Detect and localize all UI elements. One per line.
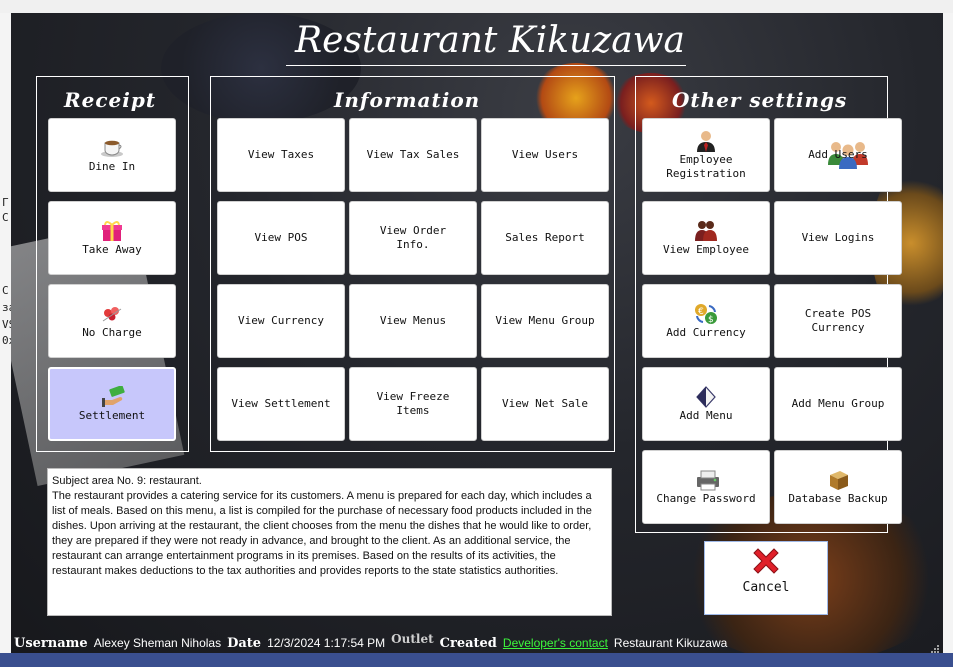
change-password-label: Change Password bbox=[656, 491, 756, 505]
box-icon bbox=[826, 469, 850, 491]
add-users-label: Add Users bbox=[808, 148, 868, 161]
stray-char: С bbox=[2, 211, 9, 224]
view-employee-button[interactable]: View Employee bbox=[642, 201, 770, 275]
currency-exchange-icon: € $ bbox=[694, 303, 718, 325]
view-freeze-items-label: View Freeze Items bbox=[376, 390, 450, 417]
database-backup-label: Database Backup bbox=[788, 491, 888, 505]
view-currency-label: View Currency bbox=[237, 314, 325, 327]
view-taxes-button[interactable]: View Taxes bbox=[217, 118, 345, 192]
coffee-cup-icon bbox=[100, 137, 124, 159]
resize-grip-icon[interactable] bbox=[930, 641, 940, 653]
change-password-button[interactable]: Change Password bbox=[642, 450, 770, 524]
main-window: Г С С: за VS 0x Restaurant Kikuzawa Rece… bbox=[0, 0, 953, 667]
menu-diamond-icon bbox=[694, 385, 718, 408]
add-users-button[interactable]: Add Users bbox=[774, 118, 902, 192]
sales-report-button[interactable]: Sales Report bbox=[481, 201, 609, 275]
outlet-label: Outlet bbox=[391, 632, 434, 646]
money-hand-icon bbox=[100, 384, 125, 408]
add-currency-label: Add Currency bbox=[666, 325, 746, 339]
view-tax-sales-button[interactable]: View Tax Sales bbox=[349, 118, 477, 192]
view-settlement-label: View Settlement bbox=[231, 397, 331, 410]
left-edge bbox=[0, 13, 11, 653]
svg-text:€: € bbox=[698, 307, 704, 317]
username-label: Username bbox=[14, 636, 88, 651]
add-menu-group-button[interactable]: Add Menu Group bbox=[774, 367, 902, 441]
created-label: Created bbox=[439, 636, 497, 651]
view-pos-label: View POS bbox=[254, 231, 308, 244]
information-panel-title: Information bbox=[334, 88, 481, 112]
no-charge-button[interactable]: No Charge bbox=[48, 284, 176, 358]
view-logins-button[interactable]: View Logins bbox=[774, 201, 902, 275]
app-title: Restaurant Kikuzawa bbox=[295, 20, 685, 61]
take-away-button[interactable]: Take Away bbox=[48, 201, 176, 275]
view-tax-sales-label: View Tax Sales bbox=[366, 148, 460, 161]
add-menu-button[interactable]: Add Menu bbox=[642, 367, 770, 441]
view-menus-label: View Menus bbox=[379, 314, 447, 327]
view-taxes-label: View Taxes bbox=[247, 148, 315, 161]
restaurant-name: Restaurant Kikuzawa bbox=[613, 636, 728, 650]
red-x-icon bbox=[749, 544, 783, 578]
title-underline bbox=[286, 65, 686, 66]
svg-text:$: $ bbox=[708, 315, 714, 325]
view-employee-label: View Employee bbox=[662, 242, 750, 256]
date-label: Date bbox=[227, 636, 262, 651]
view-menus-button[interactable]: View Menus bbox=[349, 284, 477, 358]
settlement-button[interactable]: Settlement bbox=[48, 367, 176, 441]
take-away-label: Take Away bbox=[82, 242, 142, 256]
status-bar: Username Alexey Sheman Niholas Date 12/3… bbox=[14, 632, 728, 652]
no-charge-label: No Charge bbox=[82, 325, 142, 339]
description-heading: Subject area No. 9: restaurant. bbox=[52, 475, 202, 487]
settlement-label: Settlement bbox=[78, 408, 146, 422]
view-users-label: View Users bbox=[511, 148, 579, 161]
gift-box-icon bbox=[100, 220, 124, 242]
view-users-button[interactable]: View Users bbox=[481, 118, 609, 192]
employee-icon bbox=[694, 130, 718, 152]
cancel-label: Cancel bbox=[742, 579, 790, 595]
employee-registration-button[interactable]: Employee Registration bbox=[642, 118, 770, 192]
cancel-button[interactable]: Cancel bbox=[704, 541, 828, 615]
sales-report-label: Sales Report bbox=[505, 231, 585, 244]
database-backup-button[interactable]: Database Backup bbox=[774, 450, 902, 524]
dine-in-label: Dine In bbox=[88, 159, 136, 173]
flowers-icon bbox=[100, 303, 124, 325]
view-currency-button[interactable]: View Currency bbox=[217, 284, 345, 358]
date-value: 12/3/2024 1:17:54 PM bbox=[267, 636, 386, 650]
view-menu-group-button[interactable]: View Menu Group bbox=[481, 284, 609, 358]
view-order-info-label: View Order Info. bbox=[379, 224, 447, 251]
top-edge bbox=[0, 0, 953, 13]
add-menu-group-label: Add Menu Group bbox=[791, 397, 885, 410]
description-body: The restaurant provides a catering servi… bbox=[52, 490, 592, 577]
view-logins-label: View Logins bbox=[801, 231, 875, 244]
printer-key-icon bbox=[694, 469, 719, 491]
subject-description-box: Subject area No. 9: restaurant. The rest… bbox=[47, 468, 612, 616]
create-pos-currency-button[interactable]: Create POS Currency bbox=[774, 284, 902, 358]
create-pos-currency-label: Create POS Currency bbox=[804, 307, 872, 334]
view-order-info-button[interactable]: View Order Info. bbox=[349, 201, 477, 275]
username-value: Alexey Sheman Niholas bbox=[93, 636, 222, 650]
developer-contact-link[interactable]: Developer's contact bbox=[503, 636, 608, 650]
employee-registration-label: Employee Registration bbox=[666, 152, 746, 180]
bottom-edge bbox=[0, 653, 953, 667]
view-pos-button[interactable]: View POS bbox=[217, 201, 345, 275]
view-settlement-button[interactable]: View Settlement bbox=[217, 367, 345, 441]
view-menu-group-label: View Menu Group bbox=[495, 314, 595, 327]
view-net-sale-button[interactable]: View Net Sale bbox=[481, 367, 609, 441]
add-menu-label: Add Menu bbox=[679, 408, 733, 422]
other-settings-panel-title: Other settings bbox=[672, 88, 848, 112]
dine-in-button[interactable]: Dine In bbox=[48, 118, 176, 192]
view-freeze-items-button[interactable]: View Freeze Items bbox=[349, 367, 477, 441]
stray-char: Г bbox=[2, 196, 9, 209]
add-currency-button[interactable]: € $ Add Currency bbox=[642, 284, 770, 358]
right-edge bbox=[943, 13, 953, 653]
receipt-panel-title: Receipt bbox=[64, 88, 157, 112]
view-net-sale-label: View Net Sale bbox=[501, 397, 589, 410]
people-icon bbox=[694, 220, 718, 242]
